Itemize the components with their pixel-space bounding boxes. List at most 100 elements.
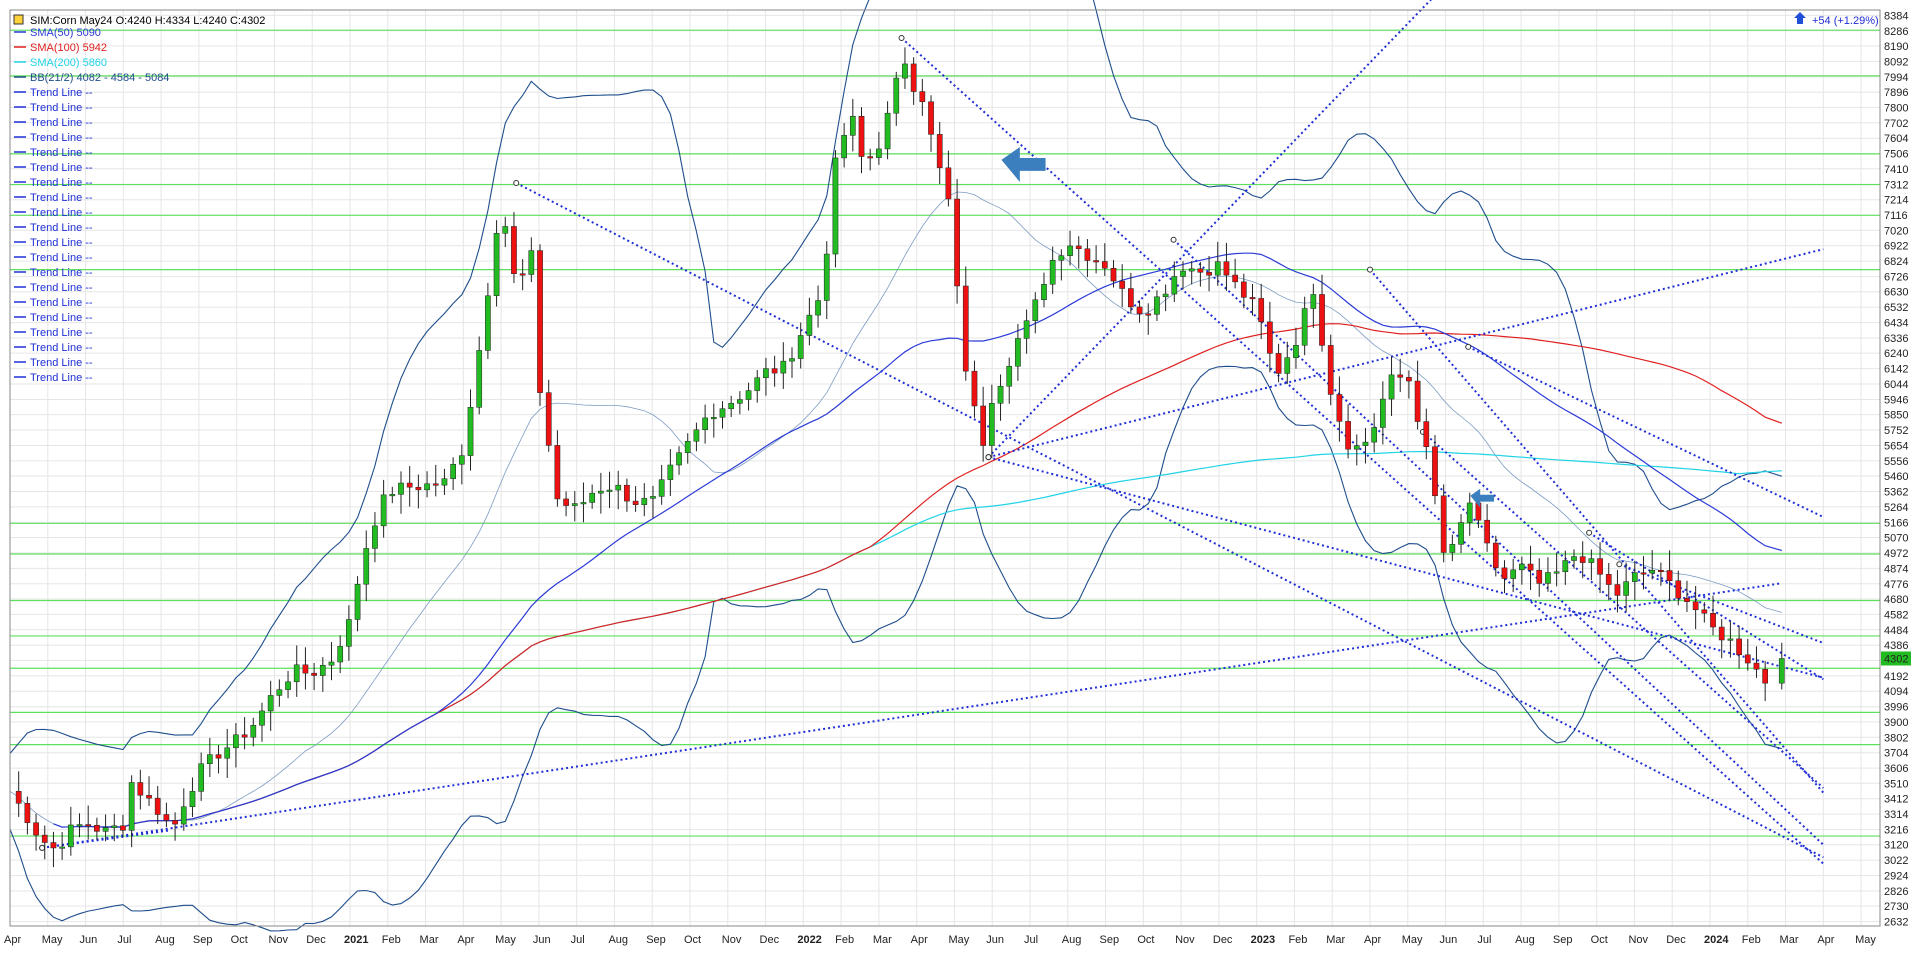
trend-anchor-point[interactable] — [985, 454, 992, 461]
candle-body — [728, 403, 735, 409]
y-tick-label: 6044 — [1884, 379, 1908, 391]
candle-body — [876, 148, 882, 158]
y-tick-label: 7116 — [1884, 210, 1908, 222]
candle-body — [771, 368, 778, 374]
trend-anchor-point[interactable] — [513, 179, 520, 186]
candle-body — [128, 782, 135, 831]
x-tick-label: 2021 — [344, 934, 368, 946]
y-tick-label: 5166 — [1884, 517, 1908, 529]
y-tick-label: 7410 — [1884, 164, 1908, 176]
x-tick-label: Jul — [117, 934, 131, 946]
candle-body — [1362, 441, 1369, 446]
x-tick-label: Sep — [193, 934, 213, 946]
symbol-line: SIM:Corn May24 O:4240 H:4334 L:4240 C:43… — [30, 15, 265, 27]
candle-body — [980, 405, 987, 446]
y-tick-label: 4582 — [1884, 609, 1908, 621]
candle-body — [1432, 446, 1438, 497]
x-tick-label: Dec — [760, 934, 780, 946]
candle-body — [988, 403, 995, 446]
y-tick-label: 3314 — [1884, 809, 1908, 821]
candle-body — [1206, 272, 1212, 276]
y-tick-label: 5654 — [1884, 440, 1908, 452]
candle-body — [928, 101, 934, 135]
candle-body — [1319, 294, 1325, 346]
candle-body — [528, 250, 535, 275]
candle-body — [962, 285, 969, 372]
candle-body — [1267, 321, 1273, 354]
candle-body — [563, 498, 569, 506]
candle-body — [85, 824, 92, 827]
legend-entry: Trend Line -- — [30, 372, 93, 384]
y-tick-label: 6142 — [1884, 364, 1908, 376]
candle-body — [1658, 570, 1664, 573]
trend-anchor-point[interactable] — [39, 844, 46, 851]
y-tick-label: 3510 — [1884, 778, 1908, 790]
candle-body — [285, 681, 291, 690]
legend-entry: Trend Line -- — [30, 252, 93, 264]
candle-body — [823, 253, 830, 301]
candle-body — [1588, 558, 1595, 563]
trend-anchor-point[interactable] — [1170, 236, 1177, 243]
candle-body — [1545, 572, 1551, 584]
candle-body — [1501, 567, 1508, 579]
price-chart[interactable]: 8384 8286 8190 8092 7994 7896 7800 7702 7604 7506… — [0, 0, 1920, 965]
candle-body — [1475, 502, 1482, 521]
candle-body — [146, 795, 152, 799]
candle-body — [1188, 268, 1195, 272]
y-tick-label: 3120 — [1884, 840, 1908, 852]
candle-body — [537, 250, 543, 393]
x-tick-label: Nov — [722, 934, 742, 946]
candle-body — [1310, 294, 1317, 309]
candle-body — [1736, 638, 1742, 656]
candle-body — [1110, 268, 1117, 282]
candle-body — [163, 814, 170, 821]
legend-entry: Trend Line -- — [30, 87, 93, 99]
x-tick-label: Jul — [571, 934, 585, 946]
candle-body — [693, 429, 700, 442]
x-tick-label: Aug — [155, 934, 175, 946]
y-tick-label: 4484 — [1884, 625, 1908, 637]
candle-body — [215, 754, 222, 759]
y-tick-label: 5752 — [1884, 425, 1908, 437]
x-tick-label: Apr — [457, 934, 474, 946]
y-tick-label: 3412 — [1884, 794, 1908, 806]
candle-body — [1093, 260, 1099, 263]
candle-body — [1379, 398, 1386, 428]
candle-body — [1579, 556, 1586, 563]
candle-body — [1345, 421, 1351, 450]
trend-anchor-point[interactable] — [1586, 529, 1593, 536]
candle-body — [1214, 261, 1221, 276]
x-tick-label: May — [1402, 934, 1423, 946]
candle-body — [276, 689, 283, 696]
candle-body — [632, 500, 639, 505]
trend-anchor-point[interactable] — [1367, 266, 1373, 273]
candle-body — [1084, 248, 1091, 261]
candle-body — [971, 370, 978, 407]
candle-body — [1258, 298, 1265, 323]
trend-anchor-point[interactable] — [1616, 561, 1623, 568]
candle-body — [59, 846, 65, 849]
legend-entry: Trend Line -- — [30, 162, 93, 174]
candle-body — [597, 490, 604, 494]
candle-body — [1049, 260, 1056, 285]
candle-body — [267, 695, 274, 712]
candle-body — [1327, 345, 1334, 395]
candle-body — [1684, 597, 1690, 602]
trend-anchor-point[interactable] — [898, 35, 905, 42]
y-tick-label: 4776 — [1884, 579, 1908, 591]
candle-body — [902, 63, 908, 79]
price-change-text: +54 (+1.29%) — [1812, 15, 1879, 27]
candle-body — [1553, 571, 1560, 574]
candle-body — [1067, 245, 1073, 256]
x-tick-label: Feb — [1742, 934, 1761, 946]
x-tick-label: Apr — [4, 934, 21, 946]
candle-body — [1458, 522, 1464, 545]
candle-body — [710, 417, 717, 420]
candle-body — [945, 167, 952, 200]
x-tick-label: Feb — [835, 934, 854, 946]
x-tick-label: Feb — [1288, 934, 1307, 946]
trend-anchor-point[interactable] — [1465, 343, 1472, 350]
x-tick-label: May — [1855, 934, 1876, 946]
x-tick-label: Nov — [1628, 934, 1648, 946]
y-tick-label: 3802 — [1884, 732, 1908, 744]
